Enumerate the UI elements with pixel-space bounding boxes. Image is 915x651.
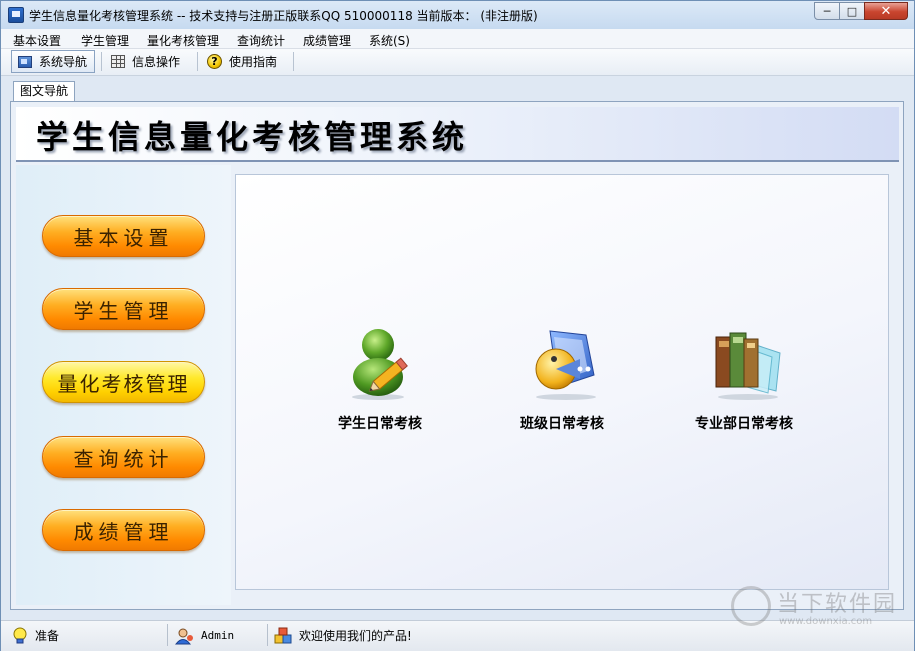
status-user-text: Admin [201,629,235,642]
watermark-logo-icon [731,586,771,626]
nav-window-icon [18,55,32,68]
tab-graphic-nav[interactable]: 图文导航 [13,81,76,101]
class-daily-assessment-label: 班级日常考核 [520,416,604,432]
nav-quantified-assessment-button[interactable]: 量化考核管理 [42,361,205,403]
status-separator [167,624,168,646]
toolbar-user-guide-label: 使用指南 [229,55,278,69]
content-area: 学生信息量化考核管理系统 基本设置 学生管理 量化考核管理 查询统计 成绩管理 [10,101,904,610]
status-separator [267,624,268,646]
user-icon [175,628,193,644]
watermark: 当下软件园 www.downxia.com [731,586,911,634]
watermark-text: 当下软件园 [777,592,898,617]
status-user: Admin [175,625,234,646]
status-ready: 准备 [11,625,59,646]
toolbar-info-ops-label: 信息操作 [132,55,181,69]
nav-score-management-button[interactable]: 成绩管理 [42,509,205,551]
menu-basic-settings[interactable]: 基本设置 [13,32,61,49]
product-boxes-icon [274,627,292,643]
menu-quantified-assessment[interactable]: 量化考核管理 [147,32,219,49]
toolbar: 系统导航 信息操作 ? 使用指南 [1,49,914,76]
close-button[interactable]: ✕ [864,2,908,20]
menu-student-management[interactable]: 学生管理 [81,32,129,49]
books-icon [715,332,781,400]
nav-query-statistics-button[interactable]: 查询统计 [42,436,205,478]
nav-basic-settings-button[interactable]: 基本设置 [42,215,205,257]
app-window: 学生信息量化考核管理系统 -- 技术支持与注册正版联系QQ 510000118 … [0,0,915,651]
department-daily-assessment-label: 专业部日常考核 [695,416,793,432]
window-controls: ─ □ ✕ [814,2,908,20]
status-welcome-text: 欢迎使用我们的产品! [299,629,412,643]
lightbulb-icon [13,627,27,643]
nav-panel: 基本设置 学生管理 量化考核管理 查询统计 成绩管理 [16,165,231,605]
window-title: 学生信息量化考核管理系统 -- 技术支持与注册正版联系QQ 510000118 … [29,9,538,23]
banner-title: 学生信息量化考核管理系统 [36,118,469,156]
class-folder-icon [535,330,596,400]
toolbar-system-nav-label: 系统导航 [39,55,88,69]
toolbar-separator [293,52,294,71]
banner: 学生信息量化考核管理系统 [16,107,899,162]
minimize-button[interactable]: ─ [814,2,840,20]
watermark-url: www.downxia.com [779,616,873,627]
menu-query-statistics[interactable]: 查询统计 [237,32,285,49]
maximize-button[interactable]: □ [839,2,865,20]
student-pencil-icon [352,329,408,400]
toolbar-separator [101,52,102,71]
main-panel: 学生日常考核 班级日常考核 专业部日常考核 [235,174,889,590]
title-bar[interactable]: 学生信息量化考核管理系统 -- 技术支持与注册正版联系QQ 510000118 … [1,1,914,29]
status-welcome: 欢迎使用我们的产品! [273,625,412,646]
nav-student-management-button[interactable]: 学生管理 [42,288,205,330]
student-daily-assessment-label: 学生日常考核 [338,416,422,432]
help-icon: ? [207,54,222,69]
toolbar-system-nav-button[interactable]: 系统导航 [11,50,95,73]
toolbar-user-guide-button[interactable]: ? 使用指南 [201,50,291,73]
status-ready-text: 准备 [35,629,60,643]
grid-icon [111,55,125,68]
app-icon [8,7,24,23]
menu-system[interactable]: 系统(S) [369,32,410,49]
toolbar-separator [197,52,198,71]
menu-score-management[interactable]: 成绩管理 [303,32,351,49]
menu-bar: 基本设置 学生管理 量化考核管理 查询统计 成绩管理 系统(S) [1,29,914,49]
toolbar-info-ops-button[interactable]: 信息操作 [105,50,193,73]
